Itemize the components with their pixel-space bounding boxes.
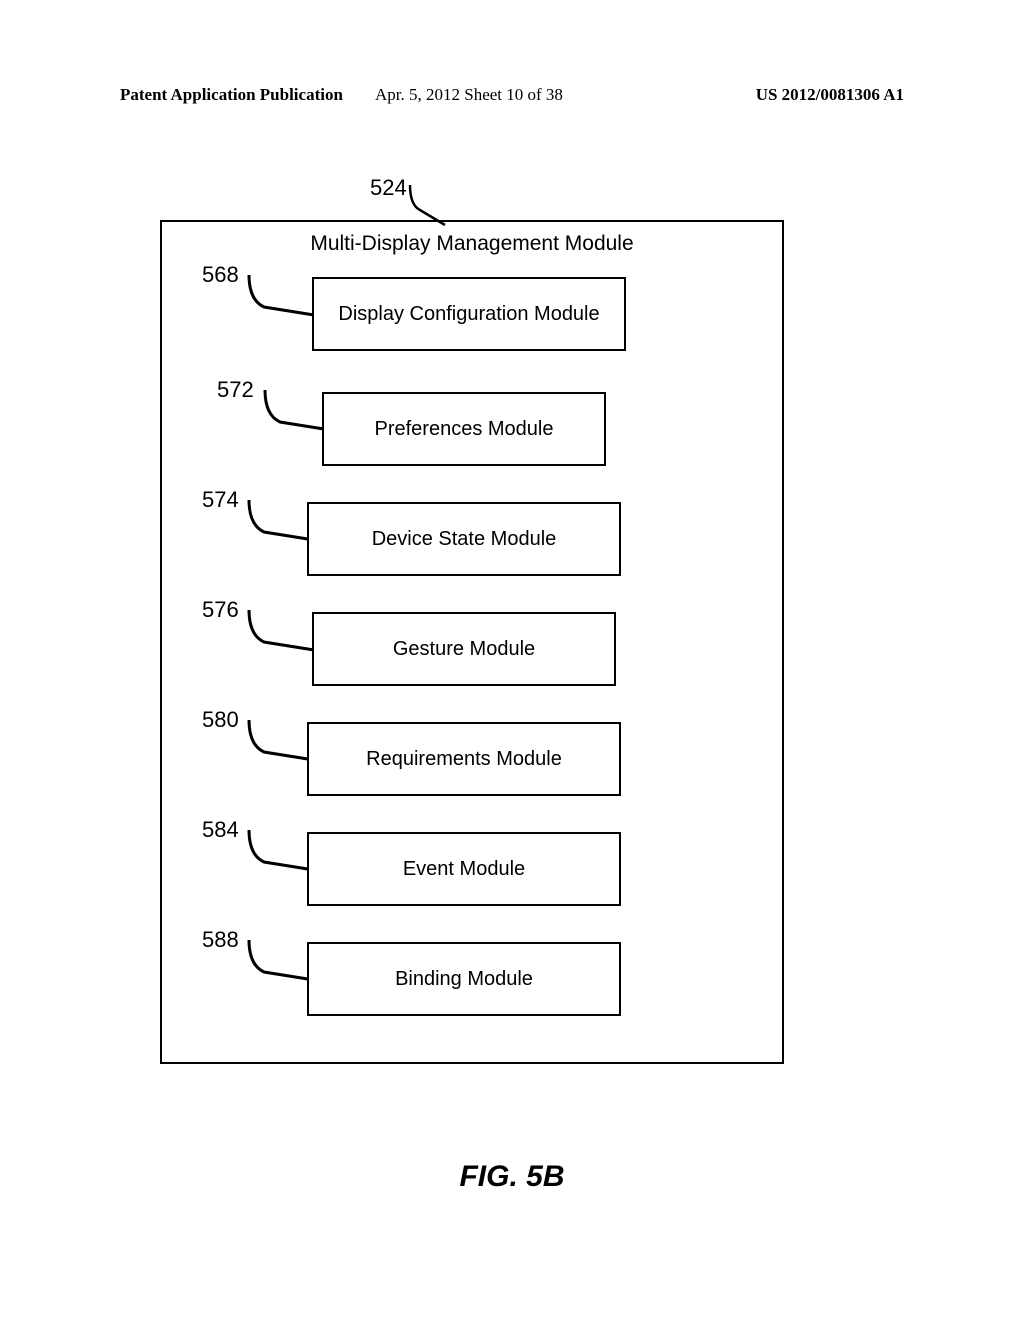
- diagram-title: Multi-Display Management Module: [162, 232, 782, 256]
- preferences-module: Preferences Module: [322, 392, 606, 466]
- ref-576: 576: [202, 597, 239, 623]
- main-module-box: Multi-Display Management Module 568 Disp…: [160, 220, 784, 1064]
- module-label: Device State Module: [372, 528, 557, 551]
- header-right: US 2012/0081306 A1: [756, 85, 904, 105]
- lead-line-576: [244, 600, 319, 655]
- ref-572: 572: [217, 377, 254, 403]
- ref-524: 524: [370, 175, 407, 201]
- event-module: Event Module: [307, 832, 621, 906]
- module-label: Gesture Module: [393, 638, 535, 661]
- ref-574: 574: [202, 487, 239, 513]
- header-mid: Apr. 5, 2012 Sheet 10 of 38: [375, 85, 563, 105]
- module-label: Display Configuration Module: [338, 303, 599, 326]
- ref-580: 580: [202, 707, 239, 733]
- module-label: Preferences Module: [375, 418, 554, 441]
- page-header: Patent Application Publication Apr. 5, 2…: [120, 85, 904, 105]
- module-label: Requirements Module: [366, 748, 562, 771]
- figure-caption: FIG. 5B: [0, 1160, 1024, 1194]
- ref-584: 584: [202, 817, 239, 843]
- binding-module: Binding Module: [307, 942, 621, 1016]
- module-label: Binding Module: [395, 968, 533, 991]
- display-configuration-module: Display Configuration Module: [312, 277, 626, 351]
- ref-568: 568: [202, 262, 239, 288]
- header-left: Patent Application Publication: [120, 85, 343, 104]
- requirements-module: Requirements Module: [307, 722, 621, 796]
- ref-588: 588: [202, 927, 239, 953]
- lead-line-568: [244, 265, 319, 320]
- module-label: Event Module: [403, 858, 525, 881]
- device-state-module: Device State Module: [307, 502, 621, 576]
- gesture-module: Gesture Module: [312, 612, 616, 686]
